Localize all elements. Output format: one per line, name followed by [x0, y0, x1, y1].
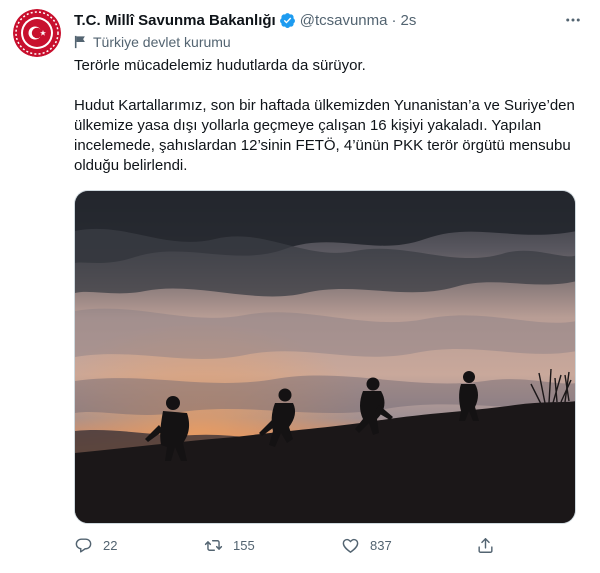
handle[interactable]: @tcsavunma — [300, 12, 388, 29]
share-icon — [478, 538, 493, 553]
timestamp[interactable]: 2s — [400, 12, 416, 29]
avatar[interactable] — [13, 9, 61, 57]
display-name[interactable]: T.C. Millî Savunma Bakanlığı — [74, 12, 276, 29]
share-button[interactable] — [476, 536, 495, 555]
more-button[interactable] — [562, 9, 584, 31]
tweet-paragraph-1: Terörle mücadelemiz hudutlarda da sürüyo… — [74, 57, 366, 74]
tweet-text: Terörle mücadelemiz hudutlarda da sürüyo… — [74, 56, 580, 176]
tweet-paragraph-2: Hudut Kartallarımız, son bir haftada ülk… — [74, 97, 575, 174]
retweet-icon — [204, 540, 223, 551]
retweet-count: 155 — [233, 538, 255, 553]
retweet-button[interactable]: 155 — [204, 536, 255, 555]
like-count: 837 — [370, 538, 392, 553]
reply-icon — [75, 538, 92, 553]
reply-button[interactable]: 22 — [74, 536, 117, 555]
soldiers-sunset-photo — [75, 191, 575, 523]
verified-badge-icon — [279, 12, 295, 28]
tweet-actions: 22 155 837 — [74, 536, 514, 558]
government-label[interactable]: Türkiye devlet kurumu — [74, 34, 231, 50]
government-label-text: Türkiye devlet kurumu — [93, 34, 231, 50]
reply-count: 22 — [103, 538, 118, 553]
tweet-header: T.C. Millî Savunma Bakanlığı @tcsavunma … — [74, 10, 416, 30]
ministry-emblem-icon — [13, 9, 61, 57]
more-icon — [566, 18, 580, 22]
tweet[interactable]: T.C. Millî Savunma Bakanlığı @tcsavunma … — [0, 0, 600, 573]
heart-icon — [342, 538, 359, 553]
flag-icon — [74, 35, 85, 49]
tweet-photo[interactable] — [74, 190, 576, 524]
like-button[interactable]: 837 — [341, 536, 392, 555]
separator-dot: · — [391, 11, 397, 29]
